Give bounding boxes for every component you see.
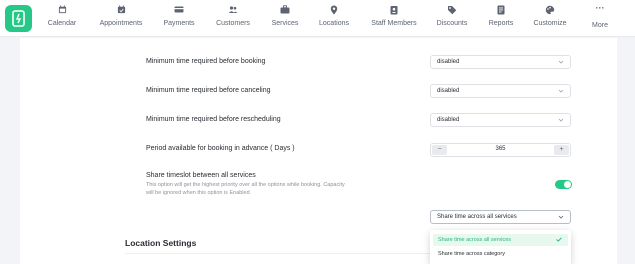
min-before-booking-label: Minimum time required before booking bbox=[146, 58, 266, 65]
nav-label: Reports bbox=[488, 20, 514, 27]
nav-payments[interactable]: Payments bbox=[160, 5, 198, 33]
chevron-down-icon bbox=[558, 89, 564, 93]
toggle-knob bbox=[564, 181, 571, 188]
select-value: disabled bbox=[437, 117, 460, 123]
nav-label: Services bbox=[271, 20, 299, 27]
nav-label: More bbox=[592, 22, 608, 29]
logo-icon bbox=[12, 10, 25, 27]
min-before-rescheduling-select[interactable]: disabled bbox=[430, 113, 571, 127]
nav-label: Payments bbox=[163, 20, 195, 27]
nav-label: Customers bbox=[216, 20, 250, 27]
dropdown-option-category[interactable]: Share time across category bbox=[433, 248, 568, 260]
share-timeslot-mode-select[interactable]: Share time across all services bbox=[430, 210, 571, 224]
advance-period-stepper: − 365 + bbox=[430, 143, 571, 157]
report-icon bbox=[484, 5, 518, 16]
nav-label: Appointments bbox=[99, 20, 143, 27]
top-navigation-bar: Calendar Appointments Payments Customers… bbox=[0, 0, 635, 37]
check-icon bbox=[556, 237, 562, 242]
nav-locations[interactable]: Locations bbox=[315, 5, 353, 33]
briefcase-icon bbox=[268, 5, 302, 16]
option-label: Share time across category bbox=[438, 251, 505, 257]
tag-icon bbox=[434, 5, 470, 16]
nav-reports[interactable]: Reports bbox=[484, 5, 518, 33]
app-logo[interactable] bbox=[5, 5, 32, 32]
nav-discounts[interactable]: Discounts bbox=[434, 5, 470, 33]
users-icon bbox=[212, 5, 254, 16]
select-value: disabled bbox=[437, 88, 460, 94]
advance-period-value[interactable]: 365 bbox=[447, 146, 554, 152]
calendar-check-icon bbox=[94, 5, 148, 16]
dropdown-option-all-services[interactable]: Share time across all services bbox=[433, 234, 568, 246]
nav-label: Calendar bbox=[47, 20, 77, 27]
nav-label: Locations bbox=[319, 20, 349, 27]
option-label: Share time across all services bbox=[438, 237, 512, 243]
share-timeslot-toggle[interactable] bbox=[555, 180, 572, 189]
nav-appointments[interactable]: Appointments bbox=[94, 5, 148, 33]
decrement-button[interactable]: − bbox=[432, 145, 447, 155]
nav-customers[interactable]: Customers bbox=[212, 5, 254, 33]
id-badge-icon bbox=[368, 5, 420, 16]
share-timeslot-label: Share timeslot between all services bbox=[146, 172, 256, 179]
location-settings-heading: Location Settings bbox=[125, 238, 197, 248]
share-timeslot-dropdown-menu: Share time across all services Share tim… bbox=[430, 230, 571, 264]
min-before-canceling-select[interactable]: disabled bbox=[430, 84, 571, 98]
min-before-rescheduling-label: Minimum time required before reschedulin… bbox=[146, 116, 281, 123]
nav-staff-members[interactable]: Staff Members bbox=[368, 5, 420, 33]
select-value: disabled bbox=[437, 59, 460, 65]
select-value: Share time across all services bbox=[437, 214, 517, 220]
credit-card-icon bbox=[160, 5, 198, 16]
nav-customize[interactable]: Customize bbox=[530, 5, 570, 33]
more-dots-icon: ··· bbox=[595, 3, 605, 13]
min-before-canceling-label: Minimum time required before canceling bbox=[146, 87, 271, 94]
nav-more[interactable]: ··· More bbox=[588, 3, 612, 33]
nav-calendar[interactable]: Calendar bbox=[44, 5, 80, 33]
chevron-down-icon bbox=[558, 60, 564, 64]
chevron-down-icon bbox=[558, 215, 564, 219]
increment-button[interactable]: + bbox=[554, 145, 569, 155]
advance-period-label: Period available for booking in advance … bbox=[146, 145, 295, 152]
nav-label: Discounts bbox=[436, 20, 468, 27]
nav-label: Customize bbox=[533, 20, 567, 27]
calendar-icon bbox=[44, 5, 80, 16]
share-timeslot-description: This option will get the highest priorit… bbox=[146, 182, 345, 196]
nav-services[interactable]: Services bbox=[268, 5, 302, 33]
map-pin-icon bbox=[315, 5, 353, 16]
chevron-down-icon bbox=[558, 118, 564, 122]
min-before-booking-select[interactable]: disabled bbox=[430, 55, 571, 69]
nav-label: Staff Members bbox=[371, 20, 417, 27]
palette-icon bbox=[530, 5, 570, 16]
